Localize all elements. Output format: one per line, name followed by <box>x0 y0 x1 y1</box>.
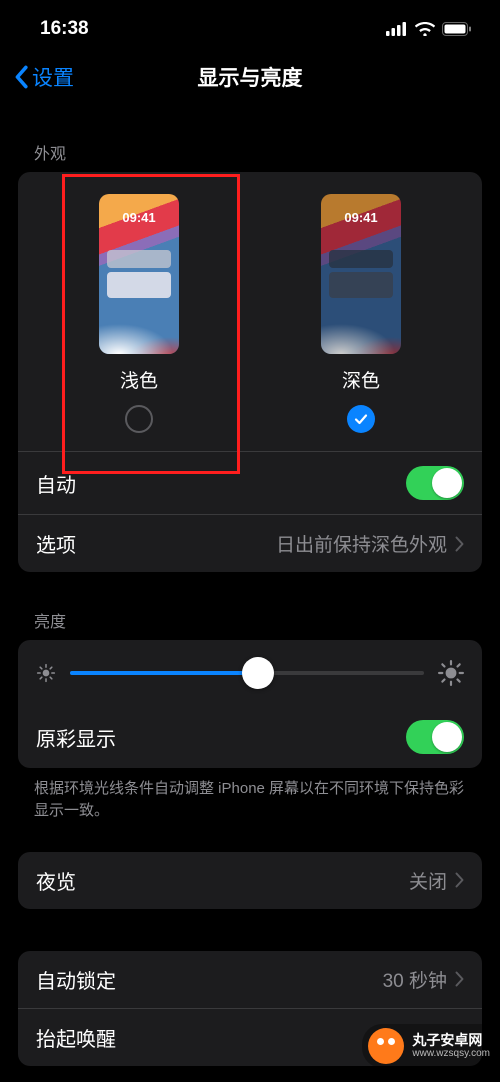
light-preview: 09:41 <box>99 194 179 354</box>
dark-label: 深色 <box>342 366 380 393</box>
auto-lock-row[interactable]: 自动锁定 30 秒钟 <box>18 951 482 1008</box>
brightness-slider[interactable] <box>70 671 424 675</box>
light-radio-unchecked <box>125 405 153 433</box>
true-tone-toggle[interactable] <box>406 720 464 754</box>
brightness-slider-row <box>18 640 482 706</box>
chevron-right-icon <box>455 536 464 552</box>
appearance-section-label: 外观 <box>0 104 500 172</box>
status-bar: 16:38 <box>0 0 500 50</box>
auto-label: 自动 <box>36 469 76 498</box>
status-icons <box>386 22 472 36</box>
sun-large-icon <box>438 660 464 686</box>
back-label: 设置 <box>32 62 74 92</box>
watermark: 丸子安卓网 www.wzsqsy.com <box>362 1024 500 1068</box>
auto-row: 自动 <box>18 451 482 514</box>
dark-preview: 09:41 <box>321 194 401 354</box>
brightness-group: 原彩显示 <box>18 640 482 768</box>
sun-small-icon <box>36 663 56 683</box>
appearance-dark-option[interactable]: 09:41 深色 <box>286 194 436 433</box>
page-title: 显示与亮度 <box>198 62 303 92</box>
chevron-left-icon <box>12 65 30 89</box>
nav-bar: 设置 显示与亮度 <box>0 50 500 104</box>
options-row[interactable]: 选项 日出前保持深色外观 <box>18 514 482 572</box>
watermark-name: 丸子安卓网 <box>412 1033 490 1048</box>
cellular-icon <box>386 22 408 36</box>
night-shift-group: 夜览 关闭 <box>18 852 482 909</box>
status-time: 16:38 <box>40 18 89 40</box>
dark-radio-checked <box>347 405 375 433</box>
watermark-url: www.wzsqsy.com <box>412 1048 490 1059</box>
true-tone-row: 原彩显示 <box>18 706 482 768</box>
checkmark-icon <box>353 411 369 427</box>
preview-time: 09:41 <box>321 210 401 225</box>
chevron-right-icon <box>455 872 464 888</box>
watermark-logo-icon <box>368 1028 404 1064</box>
battery-icon <box>442 22 472 36</box>
true-tone-label: 原彩显示 <box>36 723 116 752</box>
light-label: 浅色 <box>120 366 158 393</box>
back-button[interactable]: 设置 <box>12 62 74 92</box>
wifi-icon <box>415 22 435 36</box>
auto-lock-label: 自动锁定 <box>36 965 116 994</box>
slider-thumb[interactable] <box>242 657 274 689</box>
night-shift-value: 关闭 <box>409 867 464 894</box>
appearance-picker-row: 09:41 浅色 09:41 深色 <box>18 172 482 451</box>
night-shift-label: 夜览 <box>36 866 76 895</box>
night-shift-row[interactable]: 夜览 关闭 <box>18 852 482 909</box>
true-tone-note: 根据环境光线条件自动调整 iPhone 屏幕以在不同环境下保持色彩显示一致。 <box>0 768 500 822</box>
raise-label: 抬起唤醒 <box>36 1023 116 1052</box>
options-label: 选项 <box>36 529 76 558</box>
auto-lock-value: 30 秒钟 <box>383 966 464 993</box>
chevron-right-icon <box>455 971 464 987</box>
preview-time: 09:41 <box>99 210 179 225</box>
appearance-light-option[interactable]: 09:41 浅色 <box>64 194 214 433</box>
brightness-section-label: 亮度 <box>0 572 500 640</box>
appearance-group: 09:41 浅色 09:41 深色 自动 选项 <box>18 172 482 572</box>
auto-toggle[interactable] <box>406 466 464 500</box>
options-value: 日出前保持深色外观 <box>276 530 464 557</box>
